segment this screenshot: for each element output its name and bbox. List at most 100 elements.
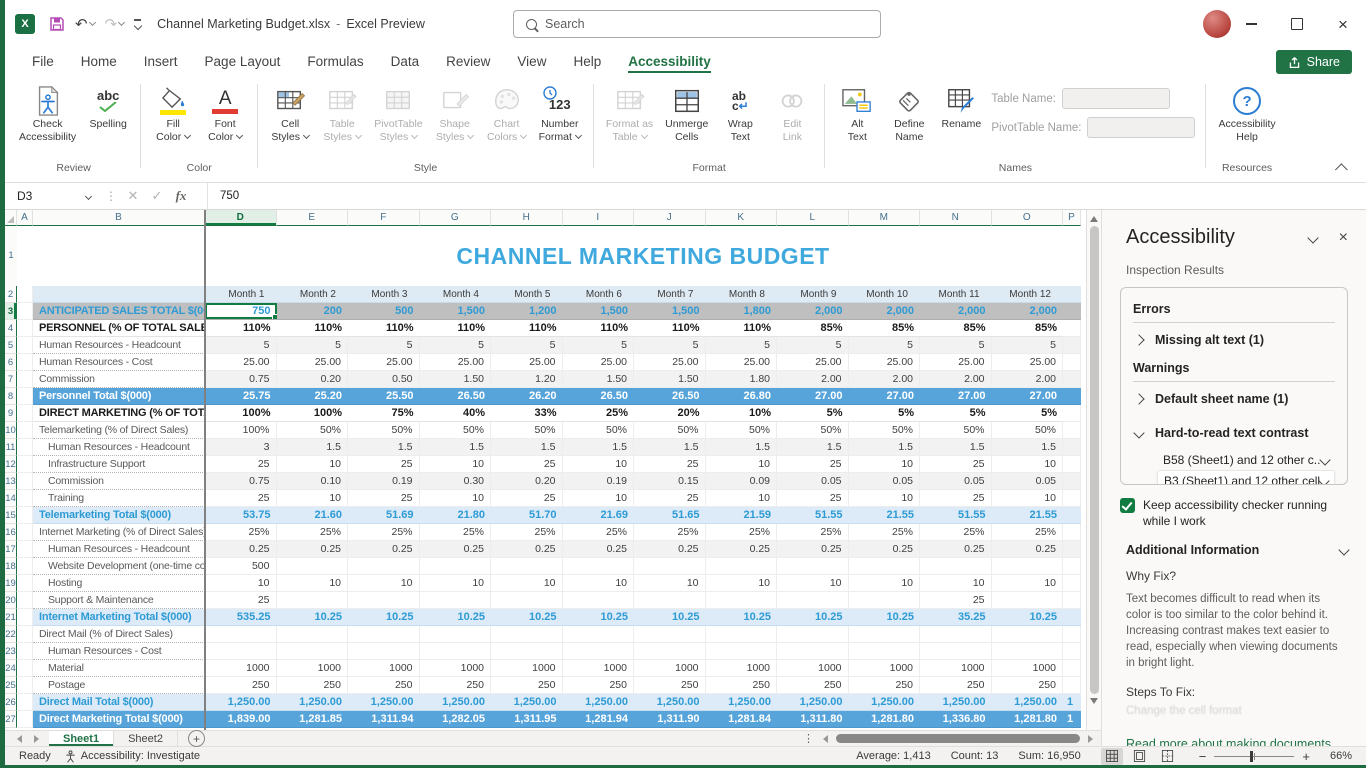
ribbon-button-number-format[interactable]: 123NumberFormat: [533, 80, 587, 144]
grid-cell[interactable]: 25.00: [706, 354, 778, 371]
grid-cell[interactable]: 2.00: [849, 371, 921, 388]
grid-cell[interactable]: [277, 643, 349, 660]
grid-cell[interactable]: 0.25: [420, 541, 492, 558]
grid-cell[interactable]: 1,311.94: [348, 711, 420, 728]
row-label[interactable]: Human Resources - Headcount: [33, 337, 205, 354]
grid-cell[interactable]: 5%: [920, 405, 992, 422]
grid-cell[interactable]: 10: [992, 490, 1064, 507]
grid-cell[interactable]: 21.80: [420, 507, 492, 524]
grid-cell-clipped[interactable]: 1: [1063, 711, 1081, 728]
grid-cell[interactable]: [634, 592, 706, 609]
grid-cell[interactable]: 2,000: [992, 303, 1064, 320]
grid-cell[interactable]: 0.15: [634, 473, 706, 490]
grid-cell[interactable]: 27.00: [992, 388, 1064, 405]
keep-checker-running-checkbox[interactable]: Keep accessibility checker running while…: [1120, 497, 1348, 529]
grid-cell[interactable]: 5: [849, 337, 921, 354]
grid-cell[interactable]: 10: [849, 456, 921, 473]
row-label[interactable]: Direct Mail (% of Direct Sales): [33, 626, 205, 643]
row-label[interactable]: Support & Maintenance: [33, 592, 205, 609]
grid-cell[interactable]: 50%: [348, 422, 420, 439]
grid-cell[interactable]: 25: [205, 456, 277, 473]
grid-cell[interactable]: 5%: [849, 405, 921, 422]
row-header-26[interactable]: 26: [5, 694, 17, 711]
grid-cell[interactable]: 250: [706, 677, 778, 694]
column-header-D[interactable]: D: [205, 210, 277, 226]
ribbon-button-spelling[interactable]: abcSpelling: [82, 80, 134, 131]
grid-cell-clipped[interactable]: [1063, 422, 1081, 439]
grid-cell[interactable]: 10.25: [849, 609, 921, 626]
grid-cell[interactable]: 26.20: [491, 388, 563, 405]
grid-cell[interactable]: 0.25: [348, 541, 420, 558]
grid-cell[interactable]: 10.25: [348, 609, 420, 626]
grid-cell[interactable]: 0.19: [348, 473, 420, 490]
grid-cell[interactable]: 110%: [563, 320, 635, 337]
grid-cell[interactable]: 85%: [849, 320, 921, 337]
read-more-link[interactable]: Read more about making documents accessi…: [1126, 735, 1336, 746]
grid-cell[interactable]: 10: [706, 575, 778, 592]
tab-data[interactable]: Data: [391, 54, 420, 73]
grid-cell[interactable]: 5: [563, 337, 635, 354]
grid-cell[interactable]: 10: [849, 490, 921, 507]
month-header-cell[interactable]: Month 10: [849, 286, 921, 303]
zoom-slider[interactable]: [1214, 756, 1294, 757]
grid-cell[interactable]: 0.50: [348, 371, 420, 388]
row-header-15[interactable]: 15: [5, 507, 17, 524]
grid-cell[interactable]: 0.25: [634, 541, 706, 558]
vertical-scrollbar-thumb[interactable]: [1090, 226, 1099, 694]
grid-cell-clipped[interactable]: [1063, 456, 1081, 473]
tab-page-layout[interactable]: Page Layout: [205, 54, 281, 73]
grid-cell[interactable]: 1,200: [491, 303, 563, 320]
grid-cell[interactable]: 2.00: [920, 371, 992, 388]
grid-cell[interactable]: 25: [920, 456, 992, 473]
grid-cell[interactable]: 0.09: [706, 473, 778, 490]
grid-cell[interactable]: 1,250.00: [849, 694, 921, 711]
grid-cell[interactable]: 1,250.00: [563, 694, 635, 711]
grid-cell[interactable]: [849, 592, 921, 609]
grid-cell-clipped[interactable]: [1063, 592, 1081, 609]
row-label[interactable]: Direct Marketing Total $(000): [33, 711, 205, 728]
grid-cell[interactable]: 0.05: [920, 473, 992, 490]
grid-cell[interactable]: 10: [277, 456, 349, 473]
grid-cell[interactable]: 2.00: [777, 371, 849, 388]
customize-toolbar-chevron-icon[interactable]: [134, 19, 141, 28]
grid-cell[interactable]: 2,000: [777, 303, 849, 320]
row-label[interactable]: Internet Marketing (% of Direct Sales): [33, 524, 205, 541]
grid-cell[interactable]: 2,000: [849, 303, 921, 320]
grid-cell[interactable]: 250: [992, 677, 1064, 694]
row-label[interactable]: Human Resources - Headcount: [33, 439, 205, 456]
grid-cell[interactable]: 10.25: [777, 609, 849, 626]
grid-cell[interactable]: [563, 592, 635, 609]
grid-cell[interactable]: 250: [563, 677, 635, 694]
next-sheet-icon[interactable]: [34, 735, 39, 743]
tab-accessibility[interactable]: Accessibility: [628, 54, 711, 73]
contrast-cell-item[interactable]: B58 (Sheet1) and 12 other c...: [1157, 450, 1335, 470]
grid-cell[interactable]: 10: [420, 490, 492, 507]
zoom-slider-thumb[interactable]: [1250, 751, 1253, 762]
grid-cell[interactable]: 25.00: [348, 354, 420, 371]
grid-cell[interactable]: 20%: [634, 405, 706, 422]
grid-cell[interactable]: 5: [992, 337, 1064, 354]
row-header-16[interactable]: 16: [5, 524, 17, 541]
tab-help[interactable]: Help: [573, 54, 601, 73]
grid-cell[interactable]: 250: [849, 677, 921, 694]
row-label[interactable]: Human Resources - Headcount: [33, 541, 205, 558]
grid-cell[interactable]: 250: [420, 677, 492, 694]
grid-cell[interactable]: 1.50: [634, 371, 706, 388]
grid-cell[interactable]: 250: [920, 677, 992, 694]
grid-cell[interactable]: 26.80: [706, 388, 778, 405]
column-header-E[interactable]: E: [277, 210, 349, 226]
grid-cell[interactable]: 1.50: [563, 371, 635, 388]
grid-cell[interactable]: 10: [849, 575, 921, 592]
grid-cell[interactable]: 25.00: [420, 354, 492, 371]
grid-cell[interactable]: 1.5: [992, 439, 1064, 456]
grid-cell[interactable]: 10: [420, 575, 492, 592]
grid-cell[interactable]: [849, 558, 921, 575]
grid-cell[interactable]: 1.5: [777, 439, 849, 456]
grid-cell[interactable]: 1,281.85: [277, 711, 349, 728]
close-button[interactable]: ×: [1320, 0, 1366, 48]
grid-cell[interactable]: 25.00: [277, 354, 349, 371]
row-label[interactable]: Internet Marketing Total $(000): [33, 609, 205, 626]
grid-cell[interactable]: 1,500: [563, 303, 635, 320]
row-label[interactable]: Telemarketing (% of Direct Sales): [33, 422, 205, 439]
grid-cell[interactable]: 10: [920, 575, 992, 592]
